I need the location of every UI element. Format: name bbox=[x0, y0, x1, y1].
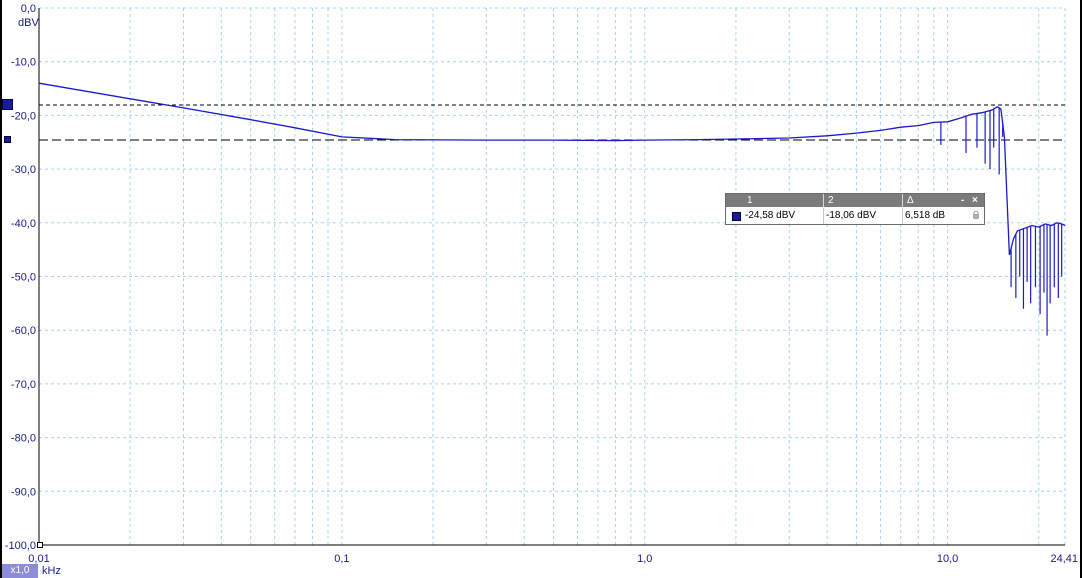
cursor-1-handle[interactable] bbox=[4, 136, 11, 143]
delta-value: 6,518 dB bbox=[905, 210, 946, 221]
cursor-1-header: 1 bbox=[747, 195, 753, 206]
minimize-button[interactable]: - bbox=[961, 195, 964, 206]
zoom-level-badge[interactable]: x1,0 bbox=[2, 564, 38, 578]
x-tick-label: 0,1 bbox=[334, 553, 349, 565]
delta-header: Δ bbox=[907, 195, 914, 206]
x-unit-label: kHz bbox=[42, 565, 61, 577]
y-tick-label: -60,0 bbox=[11, 325, 36, 337]
row-divider bbox=[823, 208, 824, 224]
lock-icon[interactable] bbox=[972, 211, 980, 219]
y-tick-label: 0,0 bbox=[21, 3, 36, 15]
y-tick-label: -30,0 bbox=[11, 164, 36, 176]
header-divider bbox=[902, 194, 903, 207]
x-tick-label: 10,0 bbox=[937, 553, 958, 565]
y-tick-label: -80,0 bbox=[11, 433, 36, 445]
cursor-1-value: -24,58 dBV bbox=[745, 210, 796, 221]
y-tick-labels: 0,0 -10,0 -20,0 -30,0 -40,0 -50,0 -60,0 -70,0 -8… bbox=[5, 3, 36, 552]
y-tick-label: -70,0 bbox=[11, 379, 36, 391]
cursor-2-value: -18,06 dBV bbox=[826, 210, 877, 221]
grid-lines bbox=[38, 7, 1066, 546]
close-button[interactable]: × bbox=[972, 195, 978, 206]
cursor-2-handle[interactable] bbox=[2, 99, 13, 110]
header-divider bbox=[823, 194, 824, 207]
cursor-lines[interactable] bbox=[39, 104, 1065, 141]
x-tick-labels: 0,01 0,1 1,0 10,0 24,41 bbox=[28, 553, 1078, 565]
x-tick-label: 1,0 bbox=[637, 553, 652, 565]
y-unit-label: dBV bbox=[18, 17, 39, 29]
row-divider bbox=[902, 208, 903, 224]
axis-corner-box bbox=[37, 542, 43, 548]
cursor-values-row: -24,58 dBV -18,06 dBV 6,518 dB bbox=[726, 208, 984, 224]
cursor-readout-panel: 1 2 Δ - × -24,58 dBV -18,06 dBV 6,518 dB bbox=[725, 193, 985, 225]
cursor-panel-header[interactable]: 1 2 Δ - × bbox=[726, 194, 984, 207]
y-tick-label: -100,0 bbox=[5, 540, 36, 552]
y-tick-label: -10,0 bbox=[11, 57, 36, 69]
y-tick-label: -90,0 bbox=[11, 486, 36, 498]
y-tick-label: -40,0 bbox=[11, 218, 36, 230]
spectrum-chart[interactable]: 0,0-10,0-20,0-30,0-40,0-50,0-60,0-70,0-8… bbox=[0, 0, 1082, 578]
cursor-2-header: 2 bbox=[828, 195, 834, 206]
x-tick-label: 24,41 bbox=[1050, 553, 1078, 565]
y-tick-label: -20,0 bbox=[11, 110, 36, 122]
y-tick-label: -50,0 bbox=[11, 272, 36, 284]
series-swatch-icon bbox=[732, 212, 741, 221]
